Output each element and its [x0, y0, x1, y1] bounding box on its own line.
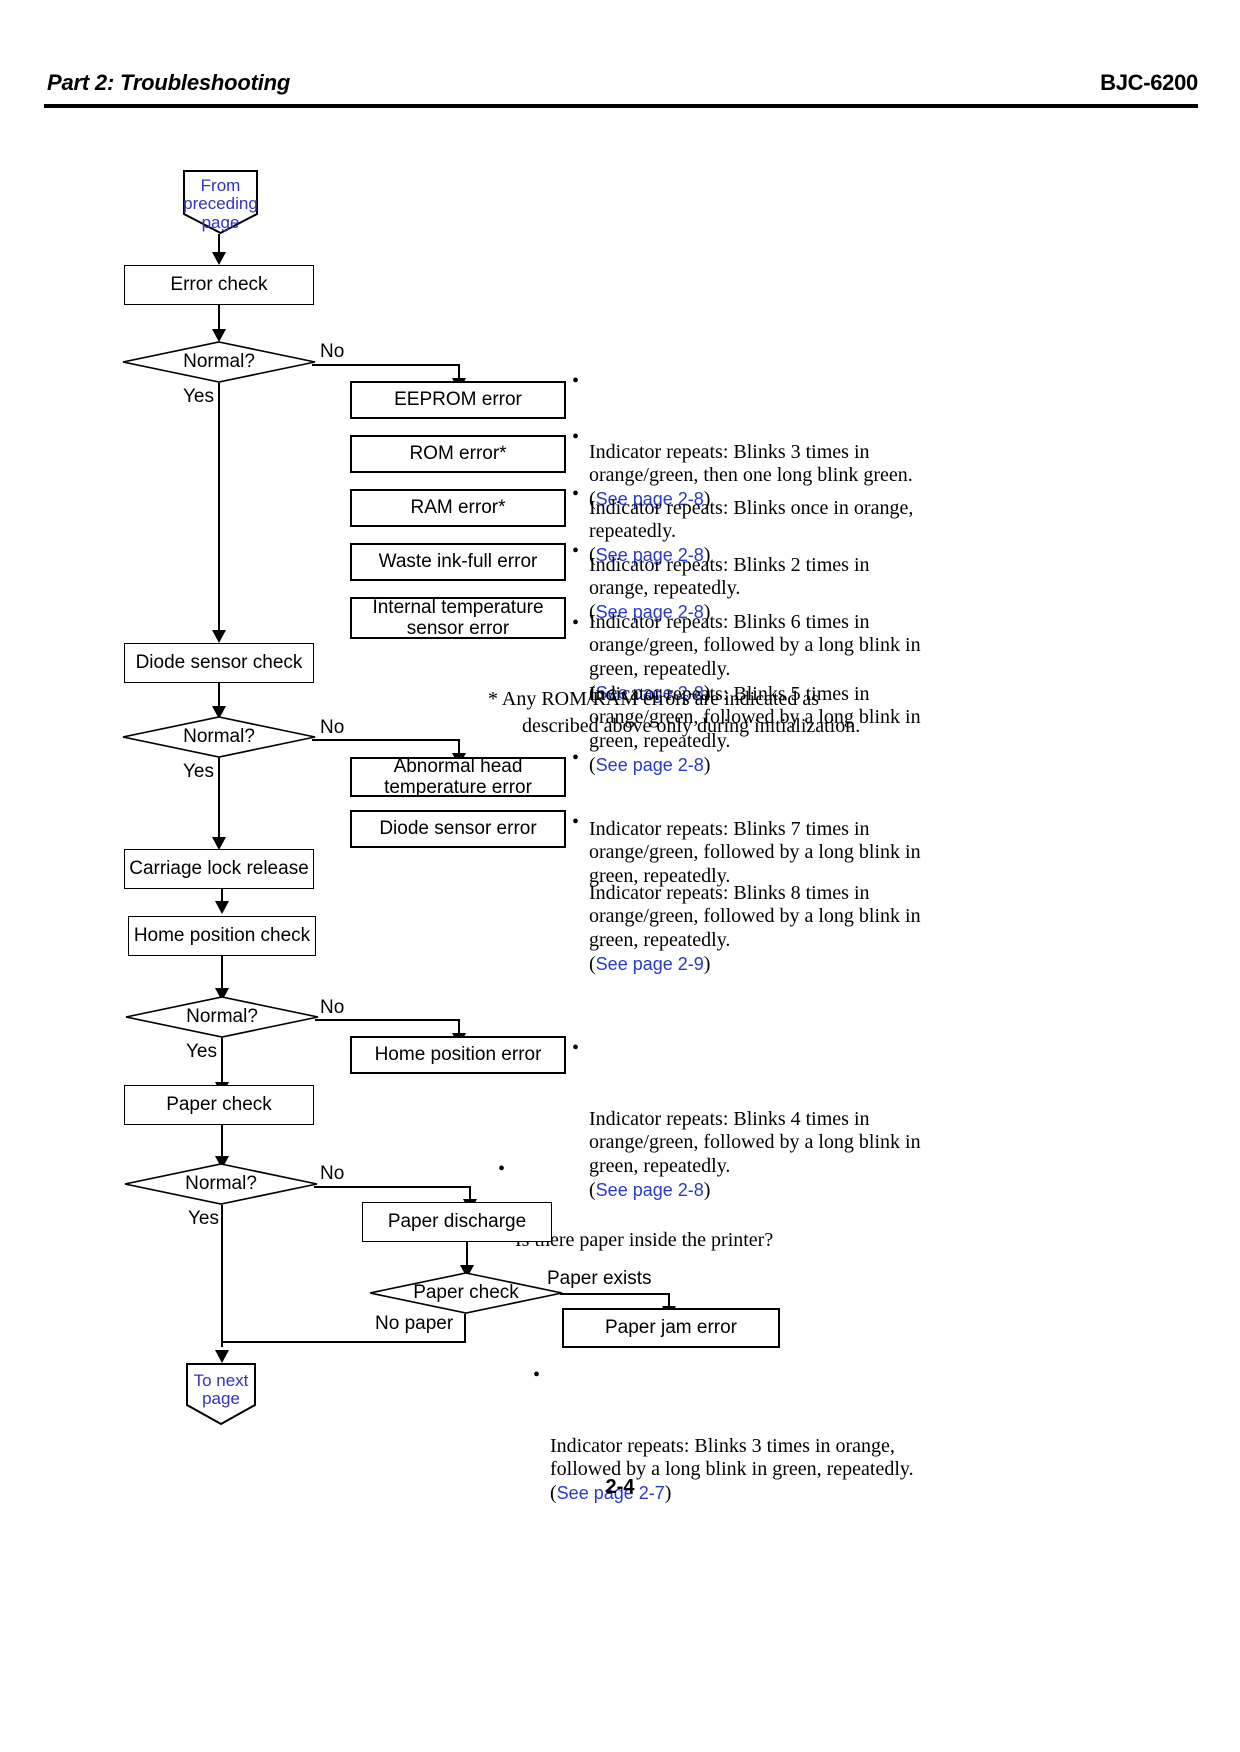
process-home-position-check: Home position check	[128, 916, 316, 956]
error-box-eeprom-label: EEPROM error	[394, 389, 522, 411]
flow-arrowhead	[212, 630, 226, 643]
bullet-icon: •	[572, 370, 580, 392]
flow-line	[221, 1038, 223, 1085]
process-paper-check-label: Paper check	[166, 1094, 272, 1116]
process-diode-sensor-check: Diode sensor check	[124, 643, 314, 683]
error-box-paper-jam-error: Paper jam error	[562, 1308, 780, 1348]
process-error-check-label: Error check	[170, 274, 268, 296]
error-box-diode-sensor-error: Diode sensor error	[350, 810, 566, 848]
note-paper-question-text: Is there paper inside the printer?	[515, 1228, 774, 1251]
error-box-abnormal-head-temperature: Abnormal head temperature error	[350, 755, 566, 798]
edge-label-no-1: No	[320, 341, 345, 362]
footnote-rom-ram-line2: described above only during initializati…	[522, 715, 861, 737]
footnote-rom-ram: * Any ROM/RAM errors are indicated as de…	[488, 686, 948, 740]
flow-line	[464, 1314, 466, 1343]
footnote-rom-ram-line1: * Any ROM/RAM errors are indicated as	[488, 688, 820, 710]
flow-arrowhead	[215, 901, 229, 914]
error-box-waste-ink: Waste ink-full error	[350, 543, 566, 581]
edge-label-yes-1: Yes	[183, 386, 214, 407]
error-box-paper-jam-error-label: Paper jam error	[605, 1317, 737, 1339]
note-diode-sensor: • Indicator repeats: Blinks 8 times in o…	[572, 811, 942, 1000]
error-box-waste-ink-label: Waste ink-full error	[378, 551, 538, 573]
note-paper-question: • Is there paper inside the printer?	[498, 1158, 898, 1276]
decision-normal-2-label: Normal?	[183, 726, 255, 747]
bullet-icon: •	[533, 1364, 541, 1386]
flow-line	[218, 305, 220, 330]
decision-normal-4: Normal?	[124, 1163, 318, 1205]
flow-line	[314, 1186, 470, 1188]
decision-normal-2: Normal?	[122, 716, 316, 758]
flow-line	[221, 1205, 223, 1347]
decision-normal-3: Normal?	[125, 996, 319, 1038]
note-diode-sensor-ref[interactable]: See page 2-9	[596, 954, 704, 974]
error-box-ram: RAM error*	[350, 489, 566, 527]
process-paper-discharge: Paper discharge	[362, 1202, 552, 1242]
note-paper-jam: • Indicator repeats: Blinks 3 times in o…	[533, 1364, 933, 1529]
edge-label-yes-4: Yes	[188, 1208, 219, 1229]
connector-from-preceding-page: From preceding page	[183, 170, 258, 235]
edge-label-paper-exists: Paper exists	[547, 1268, 652, 1289]
bullet-icon: •	[572, 747, 580, 769]
bullet-icon: •	[572, 811, 580, 833]
note-paper-jam-text: Indicator repeats: Blinks 3 times in ora…	[550, 1434, 914, 1481]
edge-label-yes-2: Yes	[183, 761, 214, 782]
process-home-position-check-label: Home position check	[133, 925, 311, 947]
flow-line	[315, 1019, 459, 1021]
bullet-icon: •	[572, 483, 580, 505]
process-error-check: Error check	[124, 265, 314, 305]
flow-line	[218, 758, 220, 840]
bullet-icon: •	[572, 1037, 580, 1059]
note-diode-sensor-text: Indicator repeats: Blinks 8 times in ora…	[589, 881, 921, 951]
flow-line	[218, 683, 220, 708]
flow-arrowhead	[212, 252, 226, 265]
process-carriage-lock-release-label: Carriage lock release	[129, 858, 309, 880]
connector-from-preceding-page-label: From preceding page	[183, 176, 258, 232]
decision-normal-4-label: Normal?	[185, 1173, 257, 1194]
page-number: 2-4	[605, 1476, 635, 1498]
note-diode-sensor-ref-open: (	[589, 952, 596, 975]
decision-paper-check: Paper check	[369, 1272, 563, 1314]
decision-normal-3-label: Normal?	[186, 1006, 258, 1027]
edge-label-yes-3: Yes	[186, 1041, 217, 1062]
manual-page: Part 2: Troubleshooting BJC-6200 From pr…	[0, 0, 1240, 1752]
bullet-icon: •	[572, 612, 580, 634]
error-box-home-position-error: Home position error	[350, 1036, 566, 1074]
connector-to-next-page-label: To next page	[193, 1371, 249, 1409]
error-box-rom-label: ROM error*	[409, 443, 507, 465]
flow-arrowhead	[215, 1350, 229, 1363]
process-diode-sensor-check-label: Diode sensor check	[135, 652, 303, 674]
edge-label-no-2: No	[320, 717, 345, 738]
edge-label-no-4: No	[320, 1163, 345, 1184]
decision-paper-check-label: Paper check	[413, 1282, 519, 1303]
process-paper-check: Paper check	[124, 1085, 314, 1125]
flow-line	[221, 1341, 466, 1343]
note-diode-sensor-ref-close: )	[703, 952, 711, 975]
header-rule	[44, 104, 1198, 108]
error-box-internal-temperature-label: Internal temperature sensor error	[372, 596, 544, 639]
error-box-internal-temperature: Internal temperature sensor error	[350, 597, 566, 639]
decision-normal-1-label: Normal?	[183, 351, 255, 372]
error-box-diode-sensor-error-label: Diode sensor error	[379, 818, 537, 840]
connector-to-next-page: To next page	[186, 1363, 256, 1426]
process-paper-discharge-label: Paper discharge	[387, 1211, 527, 1233]
decision-normal-1: Normal?	[122, 341, 316, 383]
header-left-title: Part 2: Troubleshooting	[47, 70, 291, 95]
process-carriage-lock-release: Carriage lock release	[124, 849, 314, 889]
flow-line	[312, 364, 459, 366]
bullet-icon: •	[498, 1158, 506, 1180]
flow-line	[312, 739, 459, 741]
error-box-home-position-error-label: Home position error	[374, 1044, 542, 1066]
edge-label-no-paper: No paper	[375, 1313, 454, 1334]
error-box-rom: ROM error*	[350, 435, 566, 473]
flow-line	[560, 1293, 670, 1295]
error-box-eeprom: EEPROM error	[350, 381, 566, 419]
error-box-abnormal-head-temperature-label: Abnormal head temperature error	[384, 755, 532, 798]
bullet-icon: •	[572, 426, 580, 448]
bullet-icon: •	[572, 540, 580, 562]
edge-label-no-3: No	[320, 997, 345, 1018]
flow-line	[218, 383, 220, 633]
flow-line	[218, 234, 220, 253]
header-right-title: BJC-6200	[1100, 70, 1198, 95]
error-box-ram-label: RAM error*	[410, 497, 506, 519]
